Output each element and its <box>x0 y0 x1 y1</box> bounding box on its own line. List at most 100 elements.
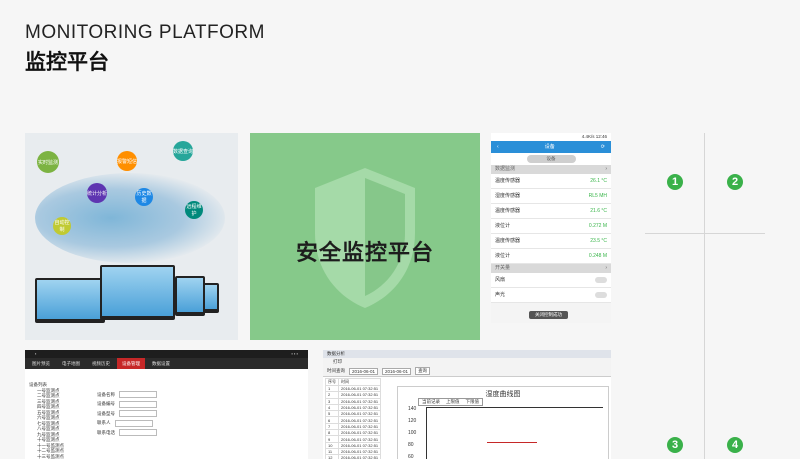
sensor-name: 湿度传感器 <box>495 193 521 199</box>
switch-label: 风扇 <box>495 277 506 283</box>
switch-row: 风扇 <box>491 273 611 288</box>
app-title: 设备 <box>544 144 555 150</box>
form-input[interactable] <box>119 400 157 408</box>
app-titlebar: ▪ ▪ ▪ ▪ <box>25 350 308 358</box>
column-header: 时间 <box>337 378 382 386</box>
sensor-value: 0.248 M <box>588 253 607 259</box>
table-cell: 12 <box>325 454 339 459</box>
y-tick-label: 140 <box>408 406 417 412</box>
switch-label: 声光 <box>495 292 506 298</box>
table-cell: 2016-06-01 07:32:51 <box>337 416 382 424</box>
series-line <box>487 442 537 443</box>
y-tick-label: 120 <box>408 418 417 424</box>
form-row: 联系人 <box>97 419 157 429</box>
tree-item[interactable]: 十三号监测点 <box>29 454 99 459</box>
mobile-app-screenshot: 4.4K/s 12:46 ‹ 设备 ⟳ 设备 数据监测 › 温度传感器 26.1 °… <box>491 133 611 323</box>
platform-illustration: 实时监测 报警短信 数据查询统计分析 历史数据远程维护自动控制 <box>25 133 238 340</box>
toast-message: 关闭控制成功 <box>529 311 568 319</box>
table-cell: 2016-06-01 07:32:51 <box>337 441 382 449</box>
form-label: 联系人 <box>97 420 111 426</box>
marker-1: 1 <box>667 174 683 190</box>
sensor-row[interactable]: 液位计 0.272 M <box>491 219 611 234</box>
sensor-row[interactable]: 温度传感器 23.5 °C <box>491 234 611 249</box>
tab-bar: 图片预览 电子地图 视频历史 设备管理 数据设置 <box>25 358 308 369</box>
table-cell: 2016-06-01 07:32:51 <box>337 391 382 399</box>
form-label: 设备型号 <box>97 410 115 416</box>
humidity-chart: 湿度曲线图 当前记录 上限值 下限值 140 120 100 80 60 <box>397 386 609 459</box>
query-button[interactable]: 查询 <box>415 367 431 375</box>
feature-bubble: 自动控制 <box>53 217 71 235</box>
table-cell: 2016-06-01 07:32:51 <box>337 403 382 412</box>
y-tick-label: 80 <box>408 442 414 448</box>
refresh-icon[interactable]: ⟳ <box>601 141 605 153</box>
monitor-graphic <box>100 265 175 320</box>
tab-item[interactable]: 图片预览 <box>27 358 55 369</box>
print-button[interactable]: 打印 <box>323 358 611 366</box>
form-label: 设备名称 <box>97 391 115 397</box>
feature-bubble: 实时监测 <box>37 151 59 173</box>
switch-row: 声光 <box>491 288 611 303</box>
form-label: 联系电话 <box>97 429 115 435</box>
table-cell: 2016-06-01 07:32:51 <box>337 422 382 431</box>
data-analysis-screenshot: 数据分析 打印 时间查询 2016-06-01 2016-06-01 查询 序号… <box>323 350 611 459</box>
feature-bubble: 统计分析 <box>87 183 107 203</box>
table-row[interactable]: 12 2016-06-01 07:32:51 <box>325 454 382 459</box>
chart-legend: 当前记录 上限值 下限值 <box>418 398 483 406</box>
column-header: 序号 <box>325 378 339 386</box>
feature-bubble: 远程维护 <box>185 201 203 219</box>
back-icon[interactable]: ‹ <box>497 141 499 153</box>
form-row: 设备型号 <box>97 409 157 419</box>
form-row: 设备编号 <box>97 400 157 410</box>
table-cell: 2016-06-01 07:32:51 <box>337 397 382 405</box>
table-cell: 2016-06-01 07:32:51 <box>337 429 382 437</box>
table-cell: 2016-06-01 07:32:51 <box>337 454 382 459</box>
legend-item: 当前记录 <box>422 399 440 404</box>
sensor-name: 液位计 <box>495 253 511 259</box>
sensor-name: 液位计 <box>495 223 511 229</box>
sensor-name: 温度传感器 <box>495 238 521 244</box>
page-title-en: MONITORING PLATFORM <box>25 22 265 43</box>
marker-2: 2 <box>727 174 743 190</box>
form-input[interactable] <box>119 391 157 399</box>
table-cell: 2016-06-01 07:32:51 <box>337 384 382 393</box>
section-header: 数据监测 › <box>491 165 611 174</box>
banner-label: 安全监控平台 <box>295 240 434 265</box>
date-to-field[interactable]: 2016-06-01 <box>382 367 412 375</box>
tab-item[interactable]: 数据设置 <box>147 358 175 369</box>
feature-bubble: 历史数据 <box>135 188 153 206</box>
laptop-graphic <box>35 278 105 323</box>
feature-bubble: 数据查询 <box>173 141 193 161</box>
feature-bubble: 报警短信 <box>117 151 137 171</box>
sensor-name: 温度传感器 <box>495 208 521 214</box>
y-tick-label: 60 <box>408 454 414 459</box>
query-bar: 时间查询 2016-06-01 2016-06-01 查询 <box>323 366 611 377</box>
sensor-row[interactable]: 温度传感器 21.6 °C <box>491 204 611 219</box>
sensor-row[interactable]: 温度传感器 26.1 °C <box>491 174 611 189</box>
legend-item: 上限值 <box>446 399 460 404</box>
divider-horizontal <box>645 233 765 234</box>
form-label: 设备编号 <box>97 401 115 407</box>
marker-3: 3 <box>667 437 683 453</box>
form-input[interactable] <box>114 419 153 427</box>
marker-4: 4 <box>727 437 743 453</box>
toggle-switch[interactable] <box>595 277 607 283</box>
form-input[interactable] <box>119 429 157 437</box>
divider-vertical <box>704 133 705 459</box>
table-cell: 2016-06-01 07:32:51 <box>337 435 382 443</box>
device-tab[interactable]: 设备 <box>526 155 576 163</box>
sensor-value: 0.272 M <box>588 223 607 229</box>
tab-item[interactable]: 设备管理 <box>117 358 145 369</box>
chart-plot-area <box>426 407 603 459</box>
toggle-switch[interactable] <box>595 292 607 298</box>
status-bar: 4.4K/s 12:46 <box>491 133 611 141</box>
sensor-value: RL5 MH <box>588 193 607 199</box>
tablet-graphic <box>175 276 205 316</box>
tab-item[interactable]: 电子地图 <box>57 358 85 369</box>
sensor-row[interactable]: 湿度传感器 RL5 MH <box>491 189 611 204</box>
date-from-field[interactable]: 2016-06-01 <box>349 367 379 375</box>
form-input[interactable] <box>119 410 157 418</box>
table-cell: 2016-06-01 07:32:51 <box>337 447 382 456</box>
desktop-app-screenshot: ▪ ▪ ▪ ▪ 图片预览 电子地图 视频历史 设备管理 数据设置 设备列表 一号监测点 二号监… <box>25 350 308 459</box>
sensor-row[interactable]: 液位计 0.248 M <box>491 249 611 264</box>
tab-item[interactable]: 视频历史 <box>87 358 115 369</box>
